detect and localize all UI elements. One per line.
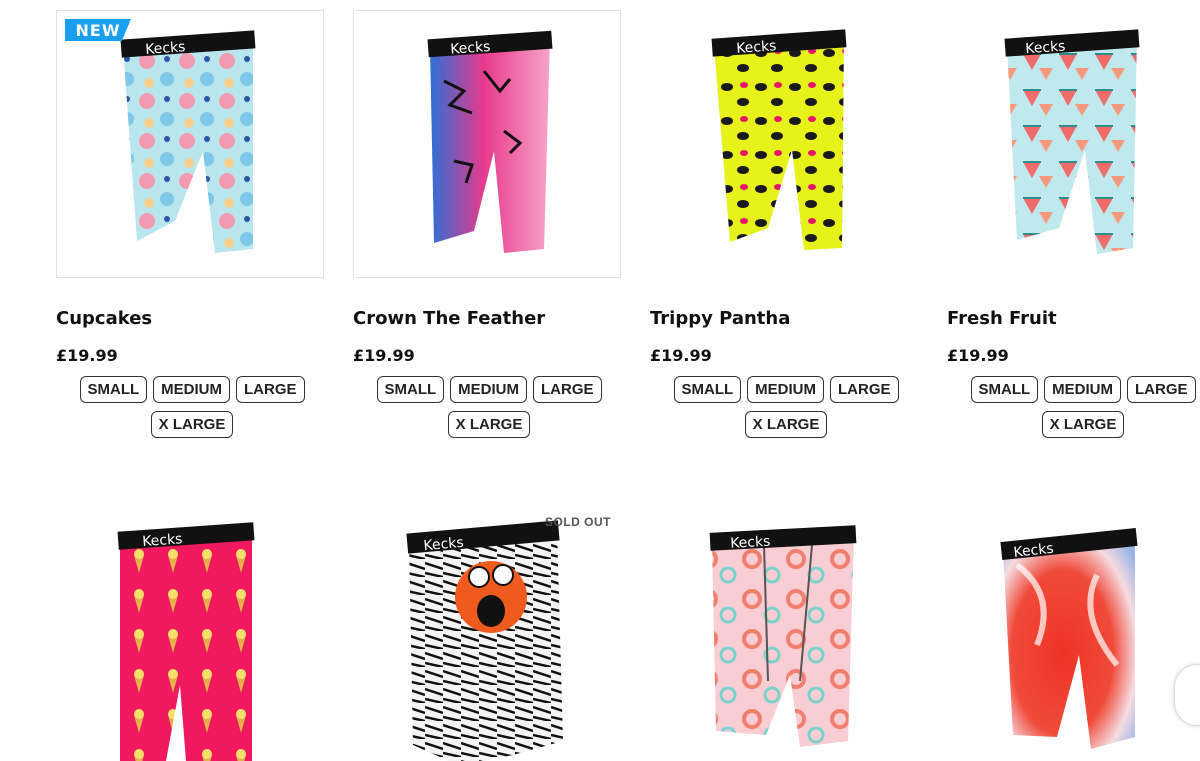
size-xlarge-button[interactable]: X LARGE — [1041, 411, 1125, 438]
size-large-button[interactable]: LARGE — [236, 376, 305, 403]
product-image[interactable]: Kecks SOLD OUT — [353, 505, 619, 761]
product-image[interactable]: Kecks — [947, 10, 1200, 276]
product-photo: Kecks — [709, 525, 857, 747]
size-small-button[interactable]: SMALL — [79, 376, 148, 403]
product-image[interactable]: Kecks — [650, 10, 916, 276]
size-xlarge-button[interactable]: X LARGE — [744, 411, 828, 438]
product-price: £19.99 — [947, 346, 1009, 365]
size-large-button[interactable]: LARGE — [1127, 376, 1196, 403]
size-xlarge-button[interactable]: X LARGE — [447, 411, 531, 438]
product-image[interactable]: Kecks NEW — [56, 10, 324, 278]
svg-text:Kecks: Kecks — [450, 39, 491, 58]
size-options: SMALL MEDIUM LARGE X LARGE — [650, 376, 922, 438]
product-price: £19.99 — [56, 346, 118, 365]
product-photo: Kecks — [427, 30, 553, 253]
product-photo: Kecks — [117, 522, 255, 761]
product-image[interactable]: Kecks — [650, 505, 916, 761]
svg-text:Kecks: Kecks — [1025, 38, 1066, 57]
size-xlarge-button[interactable]: X LARGE — [150, 411, 234, 438]
product-photo: Kecks — [120, 30, 256, 253]
product-price: £19.99 — [353, 346, 415, 365]
size-large-button[interactable]: LARGE — [830, 376, 899, 403]
product-title[interactable]: Cupcakes — [56, 308, 152, 329]
size-options: SMALL MEDIUM LARGE X LARGE — [947, 376, 1200, 438]
product-title[interactable]: Trippy Pantha — [650, 308, 790, 329]
product-image[interactable]: Kecks — [56, 505, 322, 761]
new-badge: NEW — [65, 19, 131, 41]
size-small-button[interactable]: SMALL — [970, 376, 1039, 403]
svg-text:Kecks: Kecks — [145, 39, 186, 58]
size-options: SMALL MEDIUM LARGE X LARGE — [56, 376, 328, 438]
size-small-button[interactable]: SMALL — [376, 376, 445, 403]
size-medium-button[interactable]: MEDIUM — [450, 376, 527, 403]
product-image[interactable]: Kecks — [353, 10, 621, 278]
size-small-button[interactable]: SMALL — [673, 376, 742, 403]
svg-text:Kecks: Kecks — [142, 531, 183, 550]
product-title[interactable]: Fresh Fruit — [947, 308, 1057, 329]
size-medium-button[interactable]: MEDIUM — [1044, 376, 1121, 403]
product-title[interactable]: Crown The Feather — [353, 308, 545, 329]
carousel-scroll-handle[interactable] — [1174, 664, 1200, 726]
size-large-button[interactable]: LARGE — [533, 376, 602, 403]
product-image[interactable]: Kecks — [947, 505, 1200, 761]
size-medium-button[interactable]: MEDIUM — [747, 376, 824, 403]
product-photo: Kecks — [1004, 29, 1140, 254]
size-medium-button[interactable]: MEDIUM — [153, 376, 230, 403]
size-options: SMALL MEDIUM LARGE X LARGE — [353, 376, 625, 438]
product-photo: Kecks — [406, 520, 563, 761]
product-price: £19.99 — [650, 346, 712, 365]
sold-out-label: SOLD OUT — [545, 515, 611, 529]
svg-text:Kecks: Kecks — [736, 38, 777, 57]
product-photo: Kecks — [711, 29, 847, 250]
product-photo: Kecks — [1000, 527, 1138, 749]
svg-text:Kecks: Kecks — [730, 534, 771, 552]
